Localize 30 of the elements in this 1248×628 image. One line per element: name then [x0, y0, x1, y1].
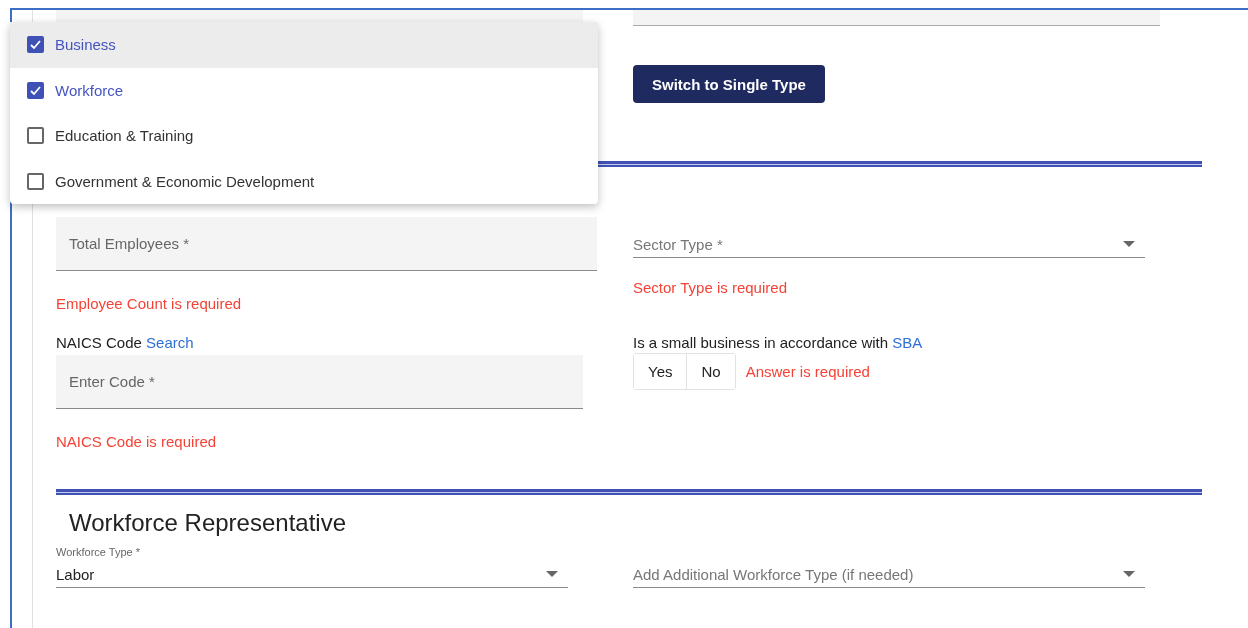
- select-field[interactable]: [633, 10, 1160, 26]
- switch-type-button[interactable]: Switch to Single Type: [633, 65, 825, 103]
- select-field[interactable]: Labor: [56, 561, 568, 588]
- toggle-option-button[interactable]: No: [686, 354, 735, 389]
- menu-option[interactable]: Business: [10, 22, 598, 68]
- menu-option[interactable]: Education & Training: [10, 113, 598, 159]
- dropdown-caret-icon: [1123, 571, 1135, 577]
- select-field[interactable]: Add Additional Workforce Type (if needed): [633, 561, 1145, 588]
- field-label: Is a small business in accordance with SBA: [633, 334, 923, 351]
- error-message: Sector Type is required: [633, 279, 787, 296]
- menu-option[interactable]: Workforce: [10, 67, 598, 113]
- checkbox[interactable]: [27, 172, 44, 190]
- error-message: Employee Count is required: [56, 295, 242, 312]
- checkbox[interactable]: [27, 127, 44, 145]
- error-message: NAICS Code is required: [56, 433, 217, 450]
- checkbox[interactable]: [27, 36, 44, 54]
- dropdown-caret-icon: [546, 571, 558, 577]
- menu-option[interactable]: Government & Economic Development: [10, 158, 598, 204]
- help-link[interactable]: Search: [146, 334, 194, 351]
- dropdown-caret-icon: [1123, 241, 1135, 247]
- text-input-field[interactable]: Total Employees *: [56, 217, 597, 271]
- field-label: NAICS Code Search: [56, 334, 194, 351]
- checkbox[interactable]: [27, 81, 44, 99]
- help-link[interactable]: SBA: [892, 334, 923, 351]
- category-dropdown-menu[interactable]: Business Workforce Education & Training Government & Economic Development: [10, 22, 598, 204]
- section-heading: Workforce Representative: [68, 508, 347, 538]
- field-label: Workforce Type *: [56, 546, 141, 559]
- text-input-field[interactable]: Enter Code *: [56, 355, 583, 409]
- select-field[interactable]: Sector Type *: [633, 231, 1145, 258]
- error-message: Answer is required: [745, 362, 870, 380]
